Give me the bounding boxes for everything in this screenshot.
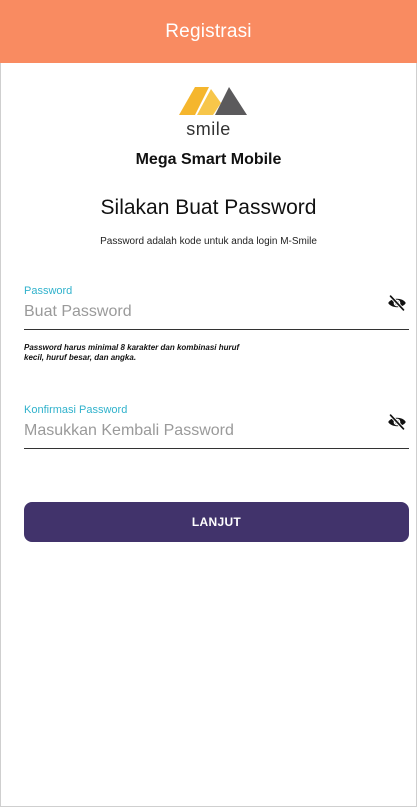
eye-off-icon[interactable] <box>387 414 407 430</box>
app-header: Registrasi <box>0 0 417 63</box>
password-input[interactable] <box>24 299 354 325</box>
page-subtitle: Password adalah kode untuk anda login M-… <box>100 236 317 247</box>
lanjut-button[interactable]: LANJUT <box>24 502 409 542</box>
logo-text: smile <box>186 119 231 139</box>
password-label: Password <box>24 285 73 297</box>
eye-off-icon[interactable] <box>387 295 407 311</box>
password-underline <box>24 329 409 330</box>
page-title: Silakan Buat Password <box>100 196 317 219</box>
confirm-password-underline <box>24 448 409 449</box>
header-title: Registrasi <box>165 20 252 42</box>
confirm-password-input[interactable] <box>24 418 354 444</box>
password-hint: Password harus minimal 8 karakter dan ko… <box>24 343 240 362</box>
confirm-password-label: Konfirmasi Password <box>24 404 128 416</box>
app-name: Mega Smart Mobile <box>135 151 282 168</box>
